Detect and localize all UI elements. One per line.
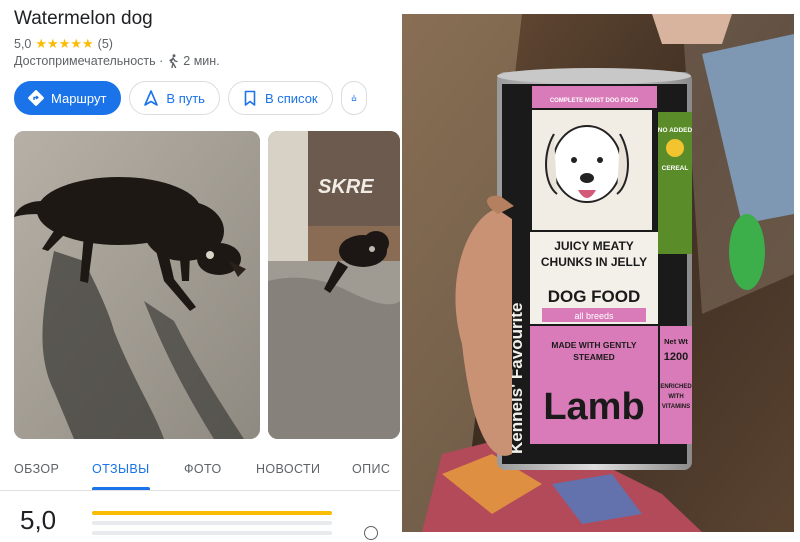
badge-cereal: CEREAL — [662, 165, 689, 172]
graffiti-photo-image: SKRE — [268, 131, 400, 439]
place-photo-2[interactable]: SKRE — [268, 131, 400, 439]
review-count[interactable]: (5) — [98, 37, 113, 51]
start-button[interactable]: В путь — [129, 81, 220, 115]
directions-icon — [28, 90, 44, 106]
review-score: 5,0 — [20, 505, 57, 535]
enriched-1: ENRICHED — [660, 384, 692, 390]
can-tagline: COMPLETE MOIST DOG FOOD — [550, 98, 639, 104]
tab-bar: ОБЗОР ОТЗЫВЫ ФОТО НОВОСТИ ОПИС — [0, 456, 400, 492]
tab-about[interactable]: ОПИС — [352, 462, 390, 476]
navigation-arrow-icon — [144, 90, 159, 106]
action-chips: Маршрут В путь В список — [14, 81, 367, 115]
route-label: Маршрут — [51, 90, 107, 106]
star-rating-icon: ★★★★★ — [35, 36, 94, 51]
tabs-divider — [0, 490, 400, 491]
place-photo-1[interactable] — [14, 131, 260, 439]
can-product: DOG FOOD — [548, 287, 641, 306]
can-made-with-1: MADE WITH GENTLY — [551, 340, 636, 350]
walking-icon — [169, 54, 178, 68]
save-label: В список — [264, 90, 318, 106]
bookmark-icon — [244, 90, 256, 106]
badge-no-added: NO ADDED — [658, 127, 693, 134]
enriched-3: VITAMINS — [662, 404, 690, 410]
place-title: Watermelon dog — [14, 8, 153, 29]
dog-food-can-image: COMPLETE MOIST DOG FOOD NO ADDED CEREAL … — [402, 14, 794, 532]
place-category: Достопримечательность · — [14, 54, 164, 68]
can-headline-2: CHUNKS IN JELLY — [541, 255, 647, 269]
can-breeds: all breeds — [574, 311, 614, 321]
dog-photo-image — [14, 131, 260, 439]
net-weight: 1200 — [664, 351, 688, 363]
meta-row: Достопримечательность · 2 мин. — [14, 54, 220, 68]
rating-row: 5,0 ★★★★★ (5) — [14, 36, 113, 52]
walk-time: 2 мин. — [183, 54, 220, 68]
save-button[interactable]: В список — [227, 81, 333, 115]
can-flavor: Lamb — [543, 386, 644, 428]
share-icon — [351, 94, 356, 102]
place-card: Watermelon dog 5,0 ★★★★★ (5) Достопримеч… — [0, 0, 400, 542]
graffiti-text: SKRE — [318, 176, 374, 198]
tab-news[interactable]: НОВОСТИ — [256, 462, 320, 476]
enriched-2: WITH — [668, 394, 683, 400]
rating-value: 5,0 — [14, 37, 32, 51]
net-weight-label: Net Wt — [664, 337, 688, 346]
route-button[interactable]: Маршрут — [14, 81, 122, 115]
can-made-with-2: STEAMED — [573, 352, 615, 362]
rating-bar-3 — [92, 531, 332, 535]
tab-overview[interactable]: ОБЗОР — [14, 462, 59, 476]
rating-bar-5 — [92, 511, 332, 515]
start-label: В путь — [166, 90, 205, 106]
can-headline-1: JUICY MEATY — [554, 239, 634, 253]
tab-reviews[interactable]: ОТЗЫВЫ — [92, 462, 150, 476]
share-button[interactable] — [340, 81, 367, 115]
tab-photos[interactable]: ФОТО — [184, 462, 222, 476]
info-icon[interactable] — [364, 526, 378, 540]
can-photo: COMPLETE MOIST DOG FOOD NO ADDED CEREAL … — [402, 14, 794, 532]
rating-bar-4 — [92, 521, 332, 525]
